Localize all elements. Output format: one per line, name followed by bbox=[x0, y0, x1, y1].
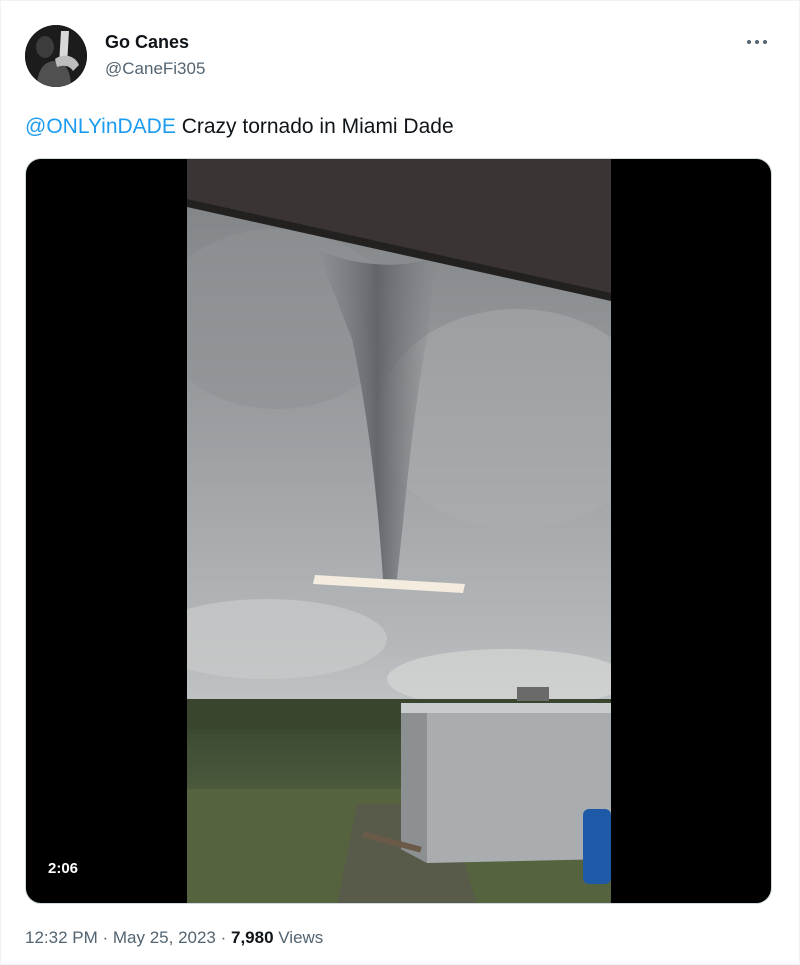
avatar-image bbox=[25, 25, 87, 87]
mention-link[interactable]: @ONLYinDADE bbox=[25, 115, 176, 138]
video-duration-badge: 2:06 bbox=[40, 857, 87, 880]
tweet-metadata: 12:32 PM · May 25, 2023 · 7,980 Views bbox=[25, 928, 323, 948]
tweet-time[interactable]: 12:32 PM bbox=[25, 928, 98, 947]
meta-separator: · bbox=[97, 928, 113, 947]
author-handle[interactable]: @CaneFi305 bbox=[105, 59, 205, 79]
more-horizontal-icon bbox=[747, 40, 751, 44]
views-label: Views bbox=[273, 928, 324, 947]
video-thumbnail[interactable] bbox=[187, 159, 611, 904]
video-player[interactable]: 2:06 bbox=[25, 158, 772, 904]
author-display-name[interactable]: Go Canes bbox=[105, 32, 189, 53]
tweet-body: Crazy tornado in Miami Dade bbox=[175, 115, 454, 138]
tweet-card: Go Canes @CaneFi305 @ONLYinDADE Crazy to… bbox=[0, 0, 800, 965]
meta-separator: · bbox=[215, 928, 231, 947]
views-count: 7,980 bbox=[231, 928, 274, 947]
tweet-date[interactable]: May 25, 2023 bbox=[113, 928, 216, 947]
more-options-button[interactable] bbox=[747, 31, 771, 51]
tweet-text: @ONLYinDADE Crazy tornado in Miami Dade bbox=[25, 115, 454, 139]
avatar[interactable] bbox=[25, 25, 87, 87]
